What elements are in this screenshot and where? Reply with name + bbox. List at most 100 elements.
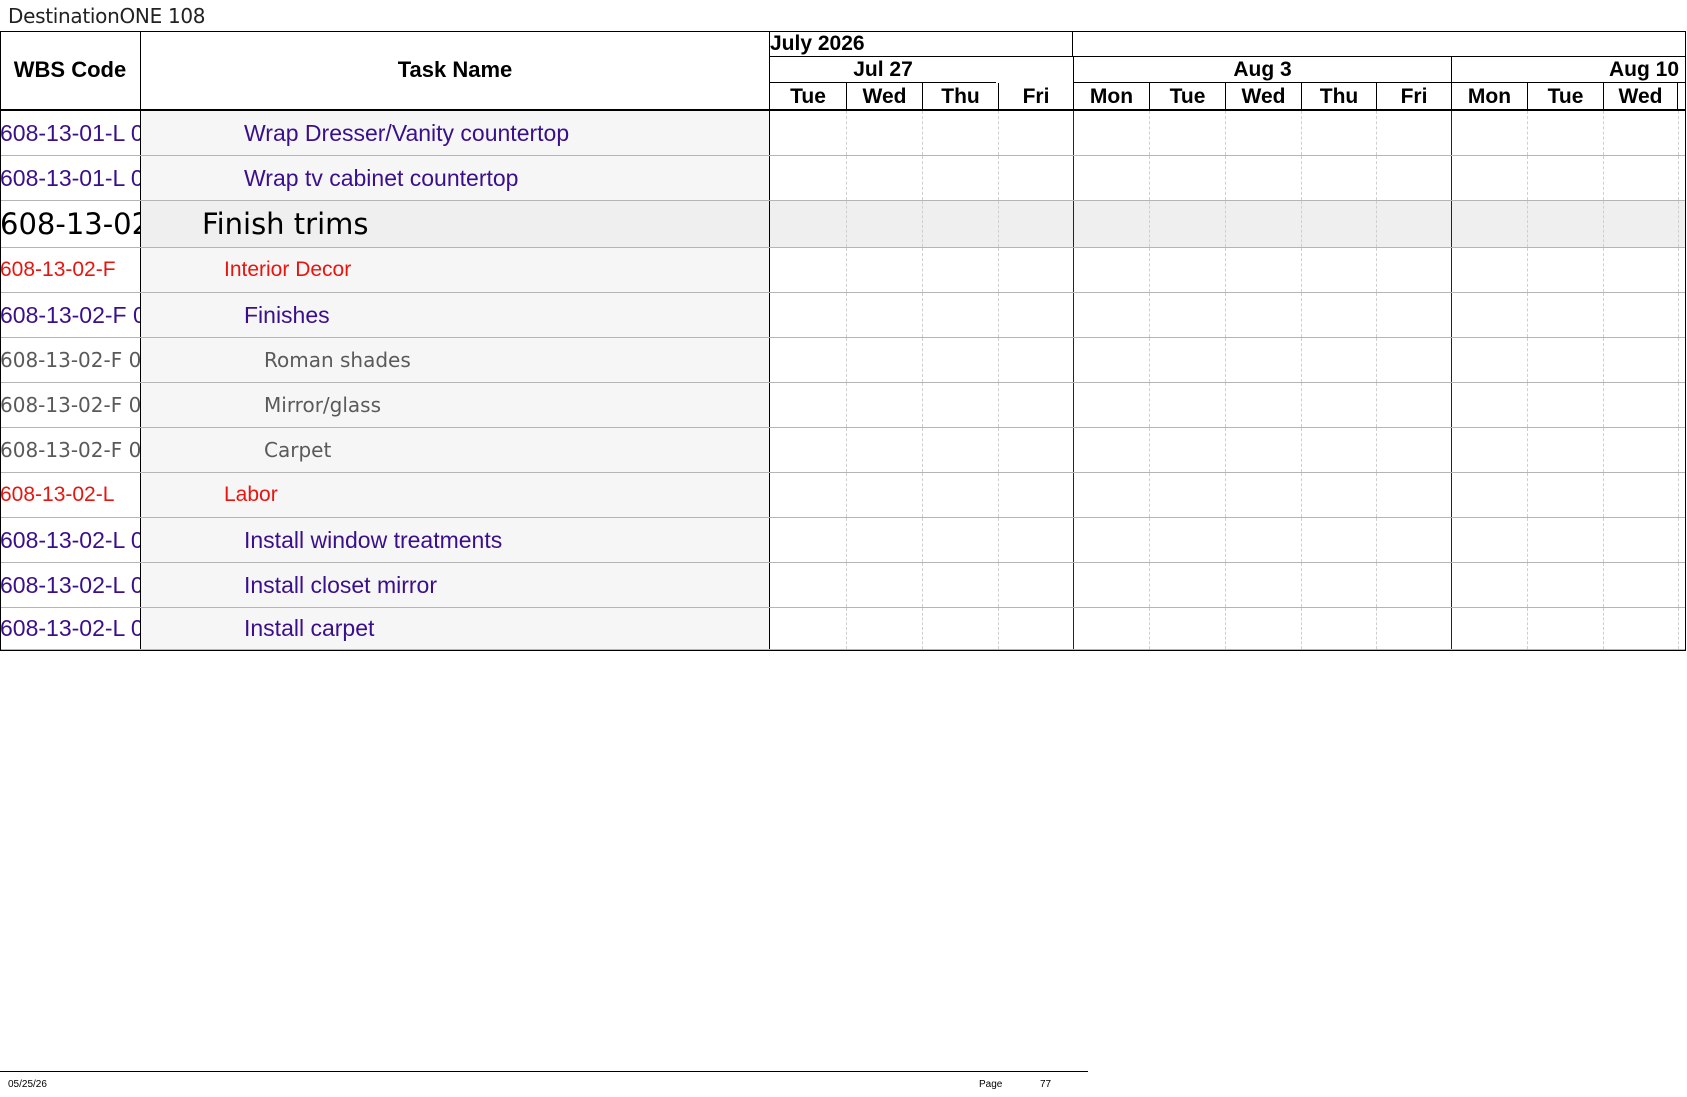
- week-gridline: [1451, 338, 1452, 382]
- document-title: DestinationONE 108: [8, 4, 206, 28]
- wbs-code-cell[interactable]: 608-13-01-L 0: [0, 156, 141, 200]
- week-gridline: [1451, 383, 1452, 427]
- day-gridline: [1527, 201, 1528, 247]
- day-gridline: [1149, 293, 1150, 337]
- week-gridline: [1073, 518, 1074, 562]
- day-gridline: [1149, 201, 1150, 247]
- day-gridline: [1376, 563, 1377, 607]
- gantt-cells[interactable]: [770, 608, 1686, 649]
- gantt-cells[interactable]: [770, 428, 1686, 472]
- day-gridline: [1678, 156, 1679, 200]
- gantt-cells[interactable]: [770, 156, 1686, 200]
- day-gridline: [1149, 248, 1150, 292]
- day-gridline: [1376, 293, 1377, 337]
- day-gridline: [1603, 111, 1604, 155]
- day-header: Tue: [1149, 83, 1225, 109]
- day-gridline: [846, 201, 847, 247]
- day-gridline: [998, 248, 999, 292]
- wbs-code-cell[interactable]: 608-13-02-L 0: [0, 608, 141, 649]
- gantt-cells[interactable]: [770, 248, 1686, 292]
- gantt-cells[interactable]: [770, 201, 1686, 247]
- day-gridline: [1376, 201, 1377, 247]
- day-gridline: [998, 293, 999, 337]
- wbs-code-cell[interactable]: 608-13-02-L 0: [0, 563, 141, 607]
- table-row[interactable]: 608-13-02-F 01 Mirror/glass: [0, 383, 1686, 428]
- day-gridline: [1225, 518, 1226, 562]
- task-name-cell[interactable]: Finishes: [141, 293, 770, 337]
- table-row[interactable]: 608-13-02-F 01 Roman shades: [0, 338, 1686, 383]
- gantt-cells[interactable]: [770, 293, 1686, 337]
- wbs-code-cell[interactable]: 608-13-02-L 0: [0, 518, 141, 562]
- day-gridline: [922, 473, 923, 517]
- day-gridline: [1527, 473, 1528, 517]
- day-gridline: [1149, 428, 1150, 472]
- day-gridline: [1603, 201, 1604, 247]
- wbs-code-header[interactable]: WBS Code: [0, 31, 141, 111]
- table-row[interactable]: 608-13-02-L Labor: [0, 473, 1686, 518]
- day-gridline: [1603, 473, 1604, 517]
- day-gridline: [998, 383, 999, 427]
- day-gridline: [922, 338, 923, 382]
- table-row[interactable]: 608-13-02-F 01 Carpet: [0, 428, 1686, 473]
- gantt-cells[interactable]: [770, 473, 1686, 517]
- task-name-cell[interactable]: Install carpet: [141, 608, 770, 649]
- table-row[interactable]: 608-13-02-F Interior Decor: [0, 248, 1686, 293]
- task-name-cell[interactable]: Roman shades: [141, 338, 770, 382]
- wbs-code-cell[interactable]: 608-13-02-F 0: [0, 293, 141, 337]
- wbs-code-cell[interactable]: 608-13-02-F 01: [0, 428, 141, 472]
- day-gridline: [1603, 338, 1604, 382]
- day-gridline: [1376, 518, 1377, 562]
- gantt-cells[interactable]: [770, 383, 1686, 427]
- wbs-code-cell[interactable]: 608-13-02-F 01: [0, 338, 141, 382]
- day-gridline: [1149, 111, 1150, 155]
- task-name-cell[interactable]: Carpet: [141, 428, 770, 472]
- gantt-cells[interactable]: [770, 338, 1686, 382]
- table-row[interactable]: 608-13-02-L 0 Install closet mirror: [0, 563, 1686, 608]
- day-gridline: [1225, 563, 1226, 607]
- wbs-code-cell[interactable]: 608-13-02: [0, 201, 141, 247]
- day-gridline: [922, 563, 923, 607]
- wbs-code-cell[interactable]: 608-13-02-L: [0, 473, 141, 517]
- day-gridline: [998, 111, 999, 155]
- week-gridline: [1073, 563, 1074, 607]
- gantt-cells[interactable]: [770, 518, 1686, 562]
- task-name-cell[interactable]: Labor: [141, 473, 770, 517]
- table-row[interactable]: 608-13-02-L 0 Install window treatments: [0, 518, 1686, 563]
- day-gridline: [1678, 383, 1679, 427]
- day-gridline: [1301, 383, 1302, 427]
- task-name-cell[interactable]: Install window treatments: [141, 518, 770, 562]
- day-gridline: [1225, 428, 1226, 472]
- day-header: Fri: [1376, 83, 1451, 109]
- footer-divider: [0, 1071, 1088, 1072]
- day-gridline: [1603, 518, 1604, 562]
- gantt-cells[interactable]: [770, 563, 1686, 607]
- task-name-cell[interactable]: Wrap tv cabinet countertop: [141, 156, 770, 200]
- day-gridline: [998, 563, 999, 607]
- day-header: Fri: [998, 83, 1073, 109]
- wbs-code-cell[interactable]: 608-13-02-F: [0, 248, 141, 292]
- day-gridline: [1301, 248, 1302, 292]
- day-gridline: [1376, 248, 1377, 292]
- table-row[interactable]: 608-13-01-L 0 Wrap tv cabinet countertop: [0, 156, 1686, 201]
- wbs-code-cell[interactable]: 608-13-01-L 0: [0, 111, 141, 155]
- week-gridline: [1451, 201, 1452, 247]
- table-row[interactable]: 608-13-02-L 0 Install carpet: [0, 608, 1686, 650]
- gantt-cells[interactable]: [770, 111, 1686, 155]
- day-gridline: [1225, 156, 1226, 200]
- day-gridline: [1149, 338, 1150, 382]
- day-gridline: [1527, 111, 1528, 155]
- footer-page-number: 77: [1040, 1079, 1052, 1090]
- day-gridline: [1527, 563, 1528, 607]
- day-header: Tue: [790, 85, 826, 108]
- task-name-cell[interactable]: Mirror/glass: [141, 383, 770, 427]
- task-name-cell[interactable]: Finish trims: [141, 201, 770, 247]
- table-row[interactable]: 608-13-01-L 0 Wrap Dresser/Vanity counte…: [0, 111, 1686, 156]
- task-name-cell[interactable]: Install closet mirror: [141, 563, 770, 607]
- week-gridline: [1451, 248, 1452, 292]
- table-row[interactable]: 608-13-02-F 0 Finishes: [0, 293, 1686, 338]
- wbs-code-cell[interactable]: 608-13-02-F 01: [0, 383, 141, 427]
- task-name-header[interactable]: Task Name: [141, 31, 770, 111]
- table-row[interactable]: 608-13-02 Finish trims: [0, 201, 1686, 248]
- task-name-cell[interactable]: Wrap Dresser/Vanity countertop: [141, 111, 770, 155]
- task-name-cell[interactable]: Interior Decor: [141, 248, 770, 292]
